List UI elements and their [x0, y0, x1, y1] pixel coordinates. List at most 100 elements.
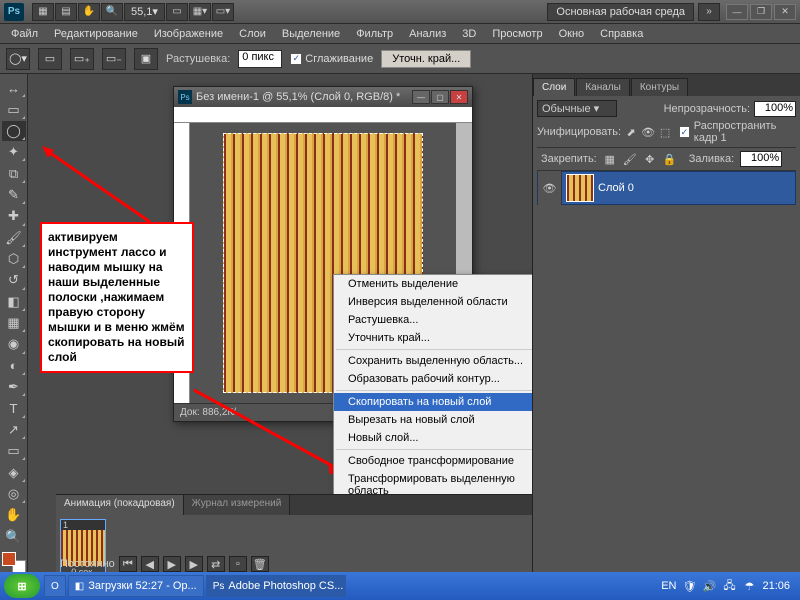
loop-selector[interactable]: Постоянно: [60, 558, 115, 570]
hand-icon[interactable]: ✋: [78, 3, 100, 21]
feather-input[interactable]: 0 пикс: [238, 50, 282, 68]
crop-tool-icon[interactable]: ⧉: [2, 163, 26, 183]
heal-tool-icon[interactable]: ✚: [2, 206, 26, 226]
blur-tool-icon[interactable]: ◉: [2, 334, 26, 354]
tab-measurements[interactable]: Журнал измерений: [184, 495, 291, 515]
unify-visibility-icon[interactable]: 👁: [641, 125, 655, 139]
language-indicator[interactable]: EN: [661, 580, 676, 592]
cm-new-layer[interactable]: Новый слой...: [334, 429, 532, 447]
cm-deselect[interactable]: Отменить выделение: [334, 275, 532, 293]
antialias-checkbox[interactable]: ✓Сглаживание: [290, 53, 373, 65]
cm-refine[interactable]: Уточнить край...: [334, 329, 532, 347]
tween-icon[interactable]: ⇄: [207, 556, 225, 572]
menu-window[interactable]: Окно: [552, 26, 592, 42]
cm-free-transform[interactable]: Свободное трансформирование: [334, 452, 532, 470]
3d-camera-icon[interactable]: ◎: [2, 484, 26, 504]
dodge-tool-icon[interactable]: ◐: [2, 356, 26, 376]
duplicate-frame-icon[interactable]: ▫: [229, 556, 247, 572]
first-frame-icon[interactable]: ⏮: [119, 556, 137, 572]
doc-maximize-icon[interactable]: ▢: [431, 90, 449, 104]
doc-close-icon[interactable]: ✕: [450, 90, 468, 104]
lock-pixels-icon[interactable]: 🖌: [623, 152, 637, 166]
fill-input[interactable]: 100%: [740, 151, 782, 167]
eraser-tool-icon[interactable]: ◧: [2, 292, 26, 312]
layer-visibility-icon[interactable]: 👁: [538, 171, 562, 205]
window-maximize-icon[interactable]: ❐: [750, 4, 772, 20]
tray-network-icon[interactable]: 🖧: [722, 579, 736, 593]
arrange-icon[interactable]: ▦▾: [189, 3, 211, 21]
wand-tool-icon[interactable]: ✦: [2, 142, 26, 162]
zoom-icon[interactable]: 🔍: [2, 527, 26, 547]
lasso-tool-preset-icon[interactable]: ◯▾: [6, 48, 30, 70]
cm-copy-to-new-layer[interactable]: Скопировать на новый слой: [334, 393, 532, 411]
tab-paths[interactable]: Контуры: [631, 78, 688, 96]
foreground-color-icon[interactable]: [2, 552, 16, 566]
tray-shield-icon[interactable]: 🛡: [682, 579, 696, 593]
next-frame-icon[interactable]: ▶: [185, 556, 203, 572]
cm-make-workpath[interactable]: Образовать рабочий контур...: [334, 370, 532, 388]
menu-help[interactable]: Справка: [593, 26, 650, 42]
selection-add-icon[interactable]: ▭₊: [70, 48, 94, 70]
menu-analysis[interactable]: Анализ: [402, 26, 453, 42]
marquee-tool-icon[interactable]: ▭: [2, 99, 26, 119]
tab-animation[interactable]: Анимация (покадровая): [56, 495, 184, 515]
eyedropper-tool-icon[interactable]: ✎: [2, 185, 26, 205]
blend-mode-select[interactable]: Обычные ▾: [537, 100, 617, 117]
menu-view[interactable]: Просмотр: [485, 26, 549, 42]
selection-subtract-icon[interactable]: ▭₋: [102, 48, 126, 70]
tab-channels[interactable]: Каналы: [576, 78, 630, 96]
stamp-tool-icon[interactable]: ⬡: [2, 249, 26, 269]
layer-name[interactable]: Слой 0: [598, 182, 634, 194]
cm-cut-to-new-layer[interactable]: Вырезать на новый слой: [334, 411, 532, 429]
tray-avira-icon[interactable]: ☂: [742, 579, 756, 593]
layer-row[interactable]: 👁 Слой 0: [537, 171, 796, 205]
workspace-switcher[interactable]: Основная рабочая среда: [547, 3, 694, 21]
cm-save-selection[interactable]: Сохранить выделенную область...: [334, 352, 532, 370]
opacity-input[interactable]: 100%: [754, 101, 796, 117]
hand-tool-icon[interactable]: ✋: [2, 505, 26, 525]
history-brush-icon[interactable]: ↺: [2, 270, 26, 290]
start-button-icon[interactable]: ⊞: [4, 574, 40, 598]
gradient-tool-icon[interactable]: ▦: [2, 313, 26, 333]
move-tool-icon[interactable]: ↔: [2, 78, 26, 98]
lasso-tool-icon[interactable]: ◯: [2, 121, 26, 141]
screen-mode-icon[interactable]: ▭▾: [212, 3, 234, 21]
document-titlebar[interactable]: Ps Без имени-1 @ 55,1% (Слой 0, RGB/8) *…: [174, 87, 472, 107]
taskbar-item[interactable]: ◧ Загрузки 52:27 - Op...: [68, 575, 204, 597]
clock[interactable]: 21:06: [762, 580, 790, 592]
play-icon[interactable]: ▶: [163, 556, 181, 572]
taskbar-item[interactable]: Ps Adobe Photoshop CS...: [206, 575, 346, 597]
quicklaunch-opera-icon[interactable]: O: [44, 575, 66, 597]
prev-frame-icon[interactable]: ◀: [141, 556, 159, 572]
lock-all-icon[interactable]: 🔒: [663, 152, 677, 166]
view-extras-icon[interactable]: ▭: [166, 3, 188, 21]
brush-tool-icon[interactable]: 🖌: [2, 228, 26, 248]
tab-layers[interactable]: Слои: [533, 78, 575, 96]
window-close-icon[interactable]: ✕: [774, 4, 796, 20]
workspace-more-icon[interactable]: »: [698, 3, 720, 21]
pen-tool-icon[interactable]: ✒: [2, 377, 26, 397]
type-tool-icon[interactable]: T: [2, 398, 26, 418]
delete-frame-icon[interactable]: 🗑: [251, 556, 269, 572]
selection-intersect-icon[interactable]: ▣: [134, 48, 158, 70]
history-icon[interactable]: ▤: [55, 3, 77, 21]
window-minimize-icon[interactable]: —: [726, 4, 748, 20]
doc-minimize-icon[interactable]: —: [412, 90, 430, 104]
tray-volume-icon[interactable]: 🔊: [702, 579, 716, 593]
menu-filter[interactable]: Фильтр: [349, 26, 400, 42]
menu-image[interactable]: Изображение: [147, 26, 230, 42]
menu-3d[interactable]: 3D: [455, 26, 483, 42]
zoom-level[interactable]: 55,1 ▾: [124, 3, 165, 21]
menu-edit[interactable]: Редактирование: [47, 26, 145, 42]
unify-style-icon[interactable]: ⬚: [659, 125, 671, 139]
cm-feather[interactable]: Растушевка...: [334, 311, 532, 329]
shape-tool-icon[interactable]: ▭: [2, 441, 26, 461]
color-swatches[interactable]: [2, 552, 26, 574]
cm-inverse[interactable]: Инверсия выделенной области: [334, 293, 532, 311]
zoom-tool-icon[interactable]: 🔍: [101, 3, 123, 21]
menu-select[interactable]: Выделение: [275, 26, 347, 42]
3d-tool-icon[interactable]: ◈: [2, 462, 26, 482]
menu-layers[interactable]: Слои: [232, 26, 273, 42]
bridge-icon[interactable]: ▦: [32, 3, 54, 21]
propagate-checkbox[interactable]: ✓: [679, 126, 690, 138]
